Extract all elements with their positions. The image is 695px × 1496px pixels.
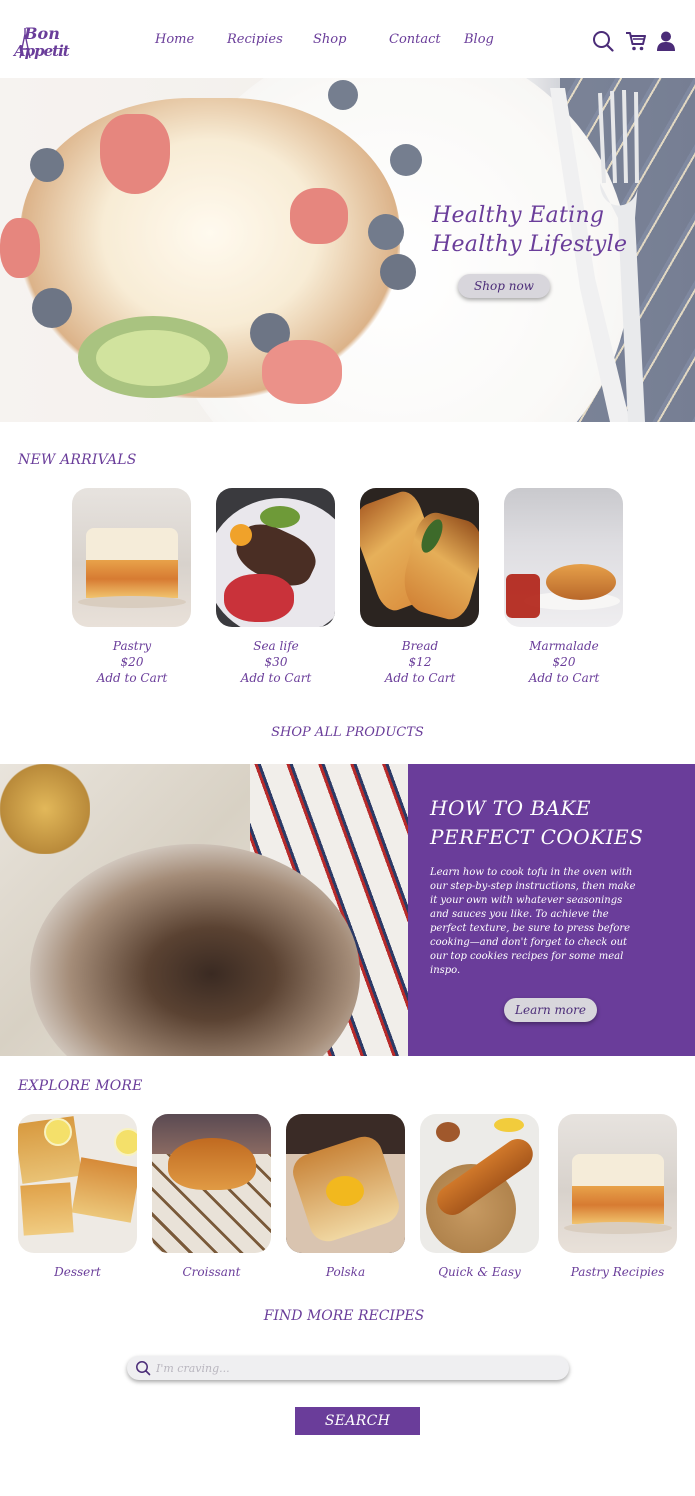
- learn-more-button[interactable]: Learn more: [504, 998, 597, 1022]
- product-price: $12: [408, 655, 432, 669]
- product-image-bread[interactable]: [360, 488, 479, 627]
- product-image-pastry[interactable]: [72, 488, 191, 627]
- explore-label: Quick & Easy: [438, 1265, 521, 1279]
- product-card-sea-life[interactable]: Sea life $30 Add to Cart: [216, 488, 336, 686]
- explore-more-heading: EXPLORE MORE: [18, 1078, 143, 1094]
- explore-label: Dessert: [54, 1265, 101, 1279]
- search-button[interactable]: SEARCH: [295, 1407, 420, 1435]
- explore-card-croissant[interactable]: Croissant: [152, 1114, 271, 1280]
- product-price: $20: [552, 655, 576, 669]
- shop-now-button[interactable]: Shop now: [458, 274, 550, 298]
- explore-image-dessert: [18, 1114, 137, 1253]
- explore-image-croissant: [152, 1114, 271, 1253]
- product-card-pastry[interactable]: Pastry $20 Add to Cart: [72, 488, 192, 686]
- explore-label: Pastry Recipies: [570, 1265, 665, 1279]
- product-card-marmalade[interactable]: Marmalade $20 Add to Cart: [504, 488, 624, 686]
- product-name: Bread: [401, 639, 439, 653]
- nav-contact[interactable]: Contact: [389, 32, 441, 47]
- hero-title-line1: Healthy Eating: [432, 203, 605, 228]
- product-price: $20: [120, 655, 144, 669]
- product-card-bread[interactable]: Bread $12 Add to Cart: [360, 488, 480, 686]
- search-icon[interactable]: [592, 30, 614, 52]
- cookies-description: Learn how to cook tofu in the oven with …: [430, 867, 636, 976]
- new-arrivals-heading: NEW ARRIVALS: [18, 452, 137, 468]
- explore-image-pastry-recipies: [558, 1114, 677, 1253]
- nav-home[interactable]: Home: [155, 32, 194, 47]
- shop-all-products-link[interactable]: SHOP ALL PRODUCTS: [0, 725, 695, 740]
- nav-blog[interactable]: Blog: [464, 32, 494, 47]
- explore-label: Polska: [325, 1265, 366, 1279]
- explore-label: Croissant: [182, 1265, 241, 1279]
- logo-top-text: Bon: [23, 24, 60, 43]
- add-to-cart-button[interactable]: Add to Cart: [216, 670, 336, 686]
- explore-image-quick-easy: [420, 1114, 539, 1253]
- cookies-title-line1: HOW TO BAKE: [430, 796, 592, 820]
- hero-title: Healthy Eating Healthy Lifestyle: [432, 201, 627, 259]
- explore-image-polska: [286, 1114, 405, 1253]
- add-to-cart-button[interactable]: Add to Cart: [504, 670, 624, 686]
- explore-card-polska[interactable]: Polska: [286, 1114, 405, 1280]
- user-icon[interactable]: [655, 30, 677, 52]
- product-name: Sea life: [253, 639, 299, 653]
- product-name: Marmalade: [529, 639, 599, 653]
- add-to-cart-button[interactable]: Add to Cart: [360, 670, 480, 686]
- cookies-title-line2: PERFECT COOKIES: [430, 825, 644, 849]
- explore-card-pastry-recipies[interactable]: Pastry Recipies: [558, 1114, 677, 1280]
- product-image-marmalade[interactable]: [504, 488, 623, 627]
- hero-banner: Healthy Eating Healthy Lifestyle: [0, 78, 695, 422]
- add-to-cart-button[interactable]: Add to Cart: [72, 670, 192, 686]
- cart-icon[interactable]: [625, 30, 647, 52]
- site-header: Bon Appetit Home Recipies Shop Contact B…: [0, 0, 695, 78]
- find-recipes-heading: FIND MORE RECIPES: [263, 1308, 425, 1324]
- brand-logo[interactable]: Bon Appetit: [12, 22, 82, 62]
- product-name: Pastry: [112, 639, 152, 653]
- product-price: $30: [264, 655, 288, 669]
- explore-card-quick-easy[interactable]: Quick & Easy: [420, 1114, 539, 1280]
- search-icon: [135, 1360, 151, 1376]
- nav-recipies[interactable]: Recipies: [227, 32, 283, 47]
- nav-shop[interactable]: Shop: [313, 32, 346, 47]
- explore-card-dessert[interactable]: Dessert: [18, 1114, 137, 1280]
- recipe-search-field[interactable]: [127, 1356, 569, 1380]
- cookies-feature-panel: HOW TO BAKE PERFECT COOKIES Learn how to…: [408, 764, 695, 1056]
- cookies-title: HOW TO BAKE PERFECT COOKIES: [430, 794, 643, 852]
- hero-title-line2: Healthy Lifestyle: [432, 232, 628, 257]
- product-image-sea-life[interactable]: [216, 488, 335, 627]
- bread-loaf-image: [0, 764, 408, 1056]
- recipe-search-input[interactable]: [156, 1358, 556, 1378]
